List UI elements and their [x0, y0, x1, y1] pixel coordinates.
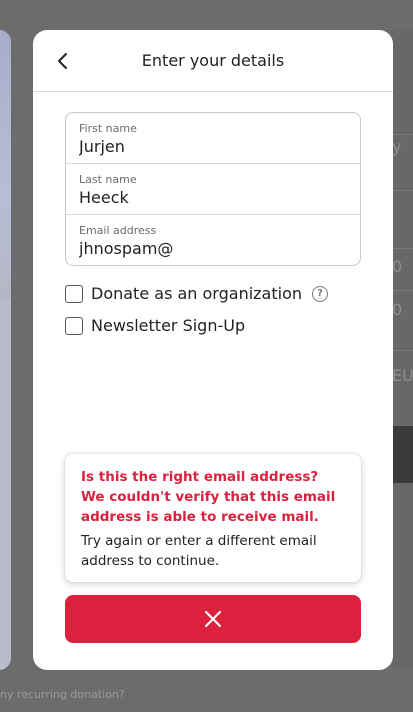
newsletter-checkbox-row[interactable]: Newsletter Sign-Up [65, 316, 245, 335]
first-name-label: First name [79, 122, 137, 135]
details-form: First name Last name Email address [65, 112, 361, 266]
first-name-field[interactable]: First name [66, 113, 360, 164]
background-row: 0 [392, 248, 413, 288]
alert-error-text: Is this the right email address? We coul… [81, 469, 336, 525]
newsletter-checkbox-label: Newsletter Sign-Up [91, 316, 246, 335]
first-name-input[interactable] [79, 137, 347, 157]
email-input[interactable] [79, 239, 347, 259]
back-button[interactable] [51, 49, 75, 73]
details-modal: Enter your details First name Last name … [33, 30, 393, 670]
background-row: y [392, 134, 413, 184]
help-icon[interactable]: ? [312, 285, 328, 302]
close-button[interactable] [65, 595, 361, 643]
modal-title: Enter your details [141, 51, 285, 70]
last-name-field[interactable]: Last name [66, 164, 360, 215]
background-card [0, 30, 11, 670]
email-label: Email address [79, 224, 157, 237]
email-field[interactable]: Email address [66, 215, 360, 265]
newsletter-checkbox[interactable] [65, 316, 83, 335]
organization-checkbox-row[interactable]: Donate as an organization ? [65, 284, 328, 303]
organization-checkbox[interactable] [65, 284, 83, 303]
last-name-label: Last name [79, 173, 137, 186]
last-name-input[interactable] [79, 188, 347, 208]
close-icon [204, 610, 222, 628]
background-row: EUR [392, 350, 413, 400]
background-question: ny recurring donation? [0, 688, 125, 701]
background-button [392, 426, 413, 483]
background-row: 0 [392, 290, 413, 330]
modal-header: Enter your details [33, 30, 393, 92]
organization-checkbox-label: Donate as an organization [91, 284, 302, 303]
chevron-left-icon [58, 53, 67, 69]
alert-info-text: Try again or enter a different email add… [81, 533, 317, 569]
email-verification-alert: Is this the right email address? We coul… [65, 454, 361, 582]
background-row [392, 190, 413, 218]
